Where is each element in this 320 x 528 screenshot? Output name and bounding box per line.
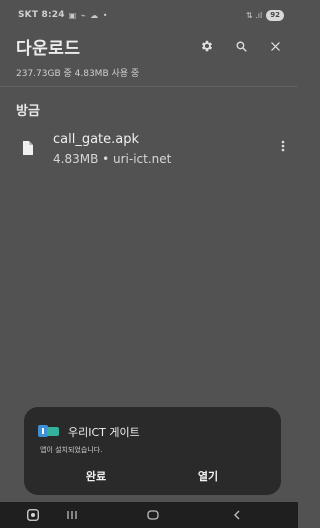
section-header-recent: 방금	[16, 104, 40, 119]
back-icon[interactable]	[230, 508, 244, 522]
dialog-title: 우리ICT 게이트	[68, 426, 140, 439]
close-icon[interactable]	[266, 37, 284, 55]
list-item[interactable]: call_gate.apk 4.83MB • uri-ict.net	[0, 128, 298, 172]
file-icon	[22, 140, 34, 155]
recent-apps-icon[interactable]	[64, 508, 80, 522]
search-icon[interactable]	[232, 37, 250, 55]
status-left: SKT 8:24 ▣ ⌁ ☁ •	[18, 10, 108, 20]
carrier-time: SKT 8:24	[18, 10, 65, 20]
navigation-bar	[0, 502, 298, 528]
done-button[interactable]: 완료	[46, 465, 146, 487]
app-bar: 다운로드	[0, 30, 298, 62]
status-right: ⇅ .ıl 92	[246, 9, 284, 21]
divider	[0, 86, 298, 87]
accessibility-icon[interactable]	[26, 508, 40, 522]
install-dialog: 우리ICT 게이트 앱이 설치되었습니다. 완료 열기	[24, 407, 281, 495]
app-logo-icon	[38, 423, 60, 439]
open-button[interactable]: 열기	[158, 465, 258, 487]
status-bar: SKT 8:24 ▣ ⌁ ☁ • ⇅ .ıl 92	[0, 0, 298, 30]
more-options-icon[interactable]	[278, 138, 288, 154]
notification-icons: ▣ ⌁ ☁ •	[68, 10, 109, 20]
file-name: call_gate.apk	[53, 132, 140, 147]
app-actions	[198, 37, 284, 55]
file-meta: 4.83MB • uri-ict.net	[53, 152, 172, 166]
signal-icons: ⇅ .ıl	[246, 10, 263, 20]
gear-icon[interactable]	[198, 37, 216, 55]
dialog-message: 앱이 설치되었습니다.	[40, 446, 103, 454]
storage-usage: 237.73GB 중 4.83MB 사용 중	[16, 69, 140, 79]
home-icon[interactable]	[145, 508, 161, 522]
battery-icon: 92	[266, 9, 284, 21]
page-title: 다운로드	[16, 38, 81, 59]
